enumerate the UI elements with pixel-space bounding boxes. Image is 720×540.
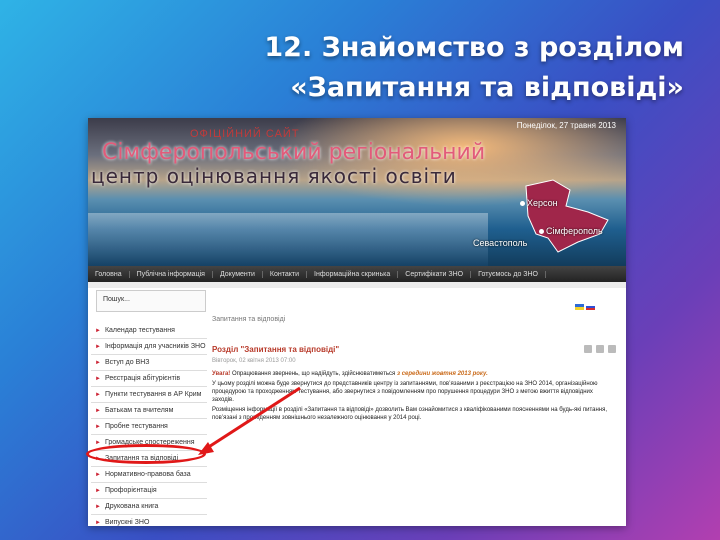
bullet-icon: ► — [95, 423, 101, 430]
print-icon[interactable] — [596, 345, 604, 353]
highlight-ellipse — [86, 444, 206, 464]
city-kherson[interactable]: Херсон — [520, 198, 558, 208]
bullet-icon: ► — [95, 391, 101, 398]
sidebar-item[interactable]: ► Батькам та вчителям — [91, 403, 207, 419]
nav-info-box[interactable]: Інформаційна скринька — [307, 270, 399, 278]
bullet-icon: ► — [95, 375, 101, 382]
sidebar-menu: ► Календар тестування ► Інформація для уча… — [91, 323, 207, 526]
nav-home[interactable]: Головна — [88, 270, 130, 278]
site-title-line1: Сімферопольський регіональний — [102, 140, 486, 165]
nav-documents[interactable]: Документи — [213, 270, 263, 278]
main-content: Запитання та відповіді Розділ "Запитання… — [208, 316, 622, 424]
article-paragraph-3: Розміщення інформації в розділі «Запитан… — [212, 407, 608, 421]
email-icon[interactable] — [608, 345, 616, 353]
bullet-icon: ► — [95, 343, 101, 350]
site-banner: Понеділок, 27 травня 2013 ОФІЦІЙНИЙ САЙТ… — [88, 118, 626, 266]
sidebar-item[interactable]: ► Вступ до ВНЗ — [91, 355, 207, 371]
article-tools — [584, 345, 616, 354]
sea-image — [88, 213, 488, 266]
city-simferopol[interactable]: Сімферополь — [539, 226, 603, 236]
bullet-icon: ► — [95, 487, 101, 494]
sidebar-item[interactable]: ► Пункти тестування в АР Крим — [91, 387, 207, 403]
sidebar-item[interactable]: ► Друкована книга — [91, 499, 207, 515]
article-paragraph-2: У цьому розділі можна буде звернутися до… — [212, 381, 598, 403]
city-sevastopol[interactable]: Севастополь — [473, 238, 527, 248]
sub-bar — [88, 282, 626, 288]
flag-ua-icon[interactable] — [575, 304, 584, 310]
site-title-line2: центр оцінювання якості освіти — [91, 164, 457, 188]
sidebar-item[interactable]: ► Календар тестування — [91, 323, 207, 339]
breadcrumb: Запитання та відповіді — [212, 316, 286, 323]
sidebar-item[interactable]: ► Нормативно-правова база — [91, 467, 207, 483]
bullet-icon: ► — [95, 327, 101, 334]
site-date: Понеділок, 27 травня 2013 — [516, 121, 616, 130]
website-screenshot: Понеділок, 27 травня 2013 ОФІЦІЙНИЙ САЙТ… — [88, 118, 626, 526]
article-title[interactable]: Розділ "Запитання та відповіді" — [212, 345, 339, 354]
article-paragraph-1: Увага! Опрацювання звернень, що надійдут… — [212, 371, 488, 377]
attention-label: Увага! — [212, 371, 231, 377]
slide-title: 12. Знайомство з розділом «Запитання та … — [164, 28, 684, 108]
article-date: Вівторок, 02 квітня 2013 07:00 — [212, 358, 296, 364]
official-site-label: ОФІЦІЙНИЙ САЙТ — [190, 128, 300, 140]
flag-ru-icon[interactable] — [586, 304, 595, 310]
pdf-icon[interactable] — [584, 345, 592, 353]
sidebar-item[interactable]: ► Інформація для учасників ЗНО — [91, 339, 207, 355]
main-nav: Головна Публічна інформація Документи Ко… — [88, 266, 626, 282]
date-emphasis: з середини жовтня 2013 року. — [396, 371, 488, 377]
language-switch — [575, 304, 595, 310]
sidebar-item[interactable]: ► Профорієнтація — [91, 483, 207, 499]
sidebar-item[interactable]: ► Пробне тестування — [91, 419, 207, 435]
bullet-icon: ► — [95, 439, 101, 446]
sidebar-item[interactable]: ► Випускні ЗНО — [91, 515, 207, 526]
nav-certificates[interactable]: Сертифікати ЗНО — [398, 270, 472, 278]
slide-title-line2: «Запитання та відповіді» — [290, 72, 684, 103]
bullet-icon: ► — [95, 471, 101, 478]
nav-prepare[interactable]: Готуємось до ЗНО — [471, 270, 547, 278]
bullet-icon: ► — [95, 359, 101, 366]
nav-contacts[interactable]: Контакти — [263, 270, 308, 278]
bullet-icon: ► — [95, 407, 101, 414]
slide-title-line1: 12. Знайомство з розділом — [264, 32, 684, 63]
nav-public-info[interactable]: Публічна інформація — [130, 270, 213, 278]
bullet-icon: ► — [95, 519, 101, 526]
article-header: Розділ "Запитання та відповіді" — [208, 345, 622, 354]
search-input[interactable]: Пошук... — [96, 290, 206, 312]
sidebar-item[interactable]: ► Реєстрація абітурієнтів — [91, 371, 207, 387]
bullet-icon: ► — [95, 503, 101, 510]
